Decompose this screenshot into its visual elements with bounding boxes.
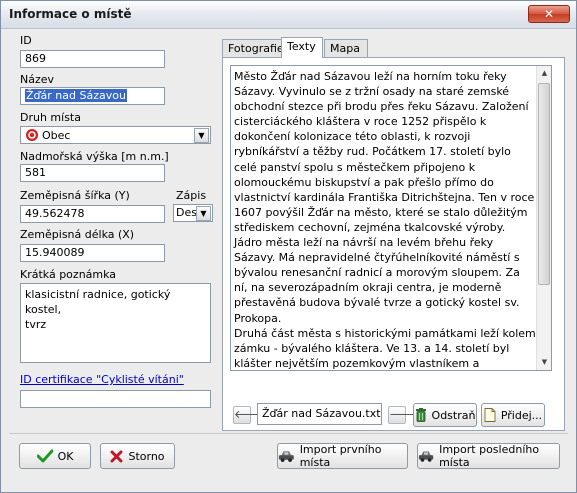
certificate-field[interactable] (20, 390, 211, 408)
import-last-label: Import posledního místa (439, 443, 540, 469)
import-first-button[interactable]: Import prvního místa (277, 443, 408, 469)
x-icon (110, 450, 123, 462)
type-label: Druh místa (20, 111, 81, 124)
add-label: Přidej... (500, 408, 543, 422)
format-value: Des (176, 206, 197, 219)
type-value: Obec (42, 129, 71, 142)
note-textarea[interactable]: klasicistní radnice, gotický kostel, tvr… (20, 283, 211, 363)
longitude-field[interactable]: 15.940089 (20, 244, 165, 262)
ok-button[interactable]: OK (19, 443, 91, 469)
longitude-label: Zeměpisná délka (X) (20, 228, 135, 241)
chevron-down-icon[interactable]: ▼ (196, 206, 211, 221)
import-last-button[interactable]: Import posledního místa (417, 443, 560, 469)
window-title: Informace o místě (9, 7, 132, 21)
next-file-button[interactable]: 🡒 (388, 406, 419, 424)
tab-photos[interactable]: Fotografie (222, 39, 284, 57)
delete-label: Odstraň (431, 408, 476, 422)
type-select[interactable]: Obec ▼ (20, 126, 211, 144)
car-icon (418, 451, 434, 462)
target-icon (26, 129, 38, 141)
latitude-label: Zeměpisná šířka (Y) (20, 189, 130, 202)
close-icon: ✕ (543, 7, 555, 21)
id-field[interactable]: 869 (20, 50, 165, 68)
name-label: Název (20, 73, 55, 86)
ok-label: OK (57, 449, 74, 463)
previous-file-button[interactable]: 🡐 (233, 406, 264, 424)
place-info-dialog: Informace o místě ✕ ID 869 Název Žďár na… (0, 0, 577, 493)
altitude-label: Nadmořská výška [m n.m.] (20, 150, 169, 163)
name-field[interactable]: Žďár nad Sázavou (20, 87, 165, 105)
format-label: Zápis (176, 189, 207, 202)
chevron-down-icon[interactable]: ▼ (194, 128, 209, 143)
scroll-up-icon[interactable]: ▲ (537, 66, 551, 81)
text-viewer[interactable]: Město Žďár nad Sázavou leží na horním to… (230, 65, 552, 371)
texts-panel: Město Žďár nad Sázavou leží na horním to… (222, 57, 565, 431)
cancel-label: Storno (128, 449, 165, 463)
document-icon (484, 408, 496, 422)
cancel-button[interactable]: Storno (100, 443, 175, 469)
vertical-scrollbar[interactable]: ▲ ▼ (536, 66, 551, 370)
trash-icon (415, 408, 426, 422)
import-first-label: Import prvního místa (299, 443, 382, 469)
id-label: ID (20, 34, 32, 47)
car-icon (278, 451, 294, 463)
scroll-thumb[interactable] (538, 83, 550, 285)
delete-button[interactable]: Odstraň (413, 403, 477, 427)
tab-map[interactable]: Mapa (324, 39, 368, 57)
checkmark-icon (36, 449, 53, 463)
altitude-field[interactable]: 581 (20, 164, 165, 182)
note-label: Krátká poznámka (20, 268, 117, 281)
text-content: Město Žďár nad Sázavou leží na horním to… (234, 70, 536, 370)
latitude-field[interactable]: 49.562478 (20, 205, 165, 223)
title-bar: Informace o místě ✕ (1, 1, 576, 29)
add-button[interactable]: Přidej... (481, 403, 545, 427)
divider (9, 433, 568, 434)
close-button[interactable]: ✕ (528, 5, 570, 23)
file-name-field[interactable]: Žďár nad Sázavou.txt (257, 403, 382, 425)
scroll-down-icon[interactable]: ▼ (537, 355, 551, 370)
tab-texts[interactable]: Texty (281, 37, 323, 58)
format-select[interactable]: Des ▼ (173, 204, 213, 222)
certificate-link[interactable]: ID certifikace "Cyklisté vítáni" (20, 373, 184, 386)
